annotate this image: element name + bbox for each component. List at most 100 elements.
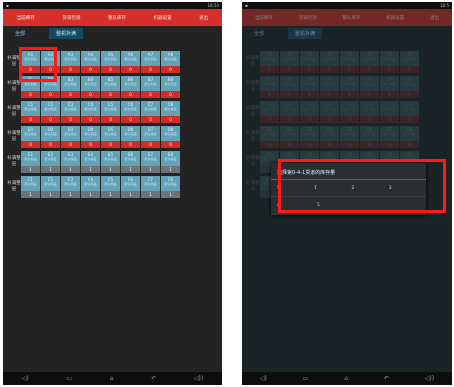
slot-cell[interactable]: C8 默认商品 0 — [161, 101, 180, 123]
slot-cell[interactable]: D5 默认商品 0 — [101, 126, 120, 148]
slot-cell[interactable]: C7 默认商品 0 — [141, 101, 160, 123]
tab-exit[interactable]: 退出 — [197, 15, 210, 21]
slot-cell[interactable]: A5 默认商品 0 — [101, 51, 120, 73]
slot-cell[interactable]: F4默认商品1 — [81, 176, 100, 198]
volume-up-icon[interactable]: ◁)) — [425, 375, 434, 382]
slot-cell[interactable]: B1 默认商品 0 — [260, 76, 279, 98]
slot-cell[interactable]: A1 默认商品 0 — [260, 51, 279, 73]
slot-cell[interactable]: E3默认商品1 — [61, 151, 80, 173]
fill-row-button[interactable]: 补满整层 — [7, 126, 21, 143]
slot-cell[interactable]: A2 默认商品 0 — [280, 51, 299, 73]
subtab-all[interactable]: 全部 — [15, 30, 25, 37]
tab-machine-settings[interactable]: 机器设置 — [152, 15, 174, 21]
slot-cell[interactable]: C2 默认商品 0 — [280, 101, 299, 123]
fill-row-button[interactable]: 补满整层 — [246, 176, 260, 193]
slot-cell[interactable]: E1 默认商品 1 — [21, 151, 40, 173]
tab-exit[interactable]: 退出 — [428, 15, 441, 21]
slot-cell[interactable]: A6 默认商品 0 — [121, 51, 140, 73]
slot-cell[interactable]: D6 默认商品 0 — [360, 126, 379, 148]
slot-cell[interactable]: E7默认商品1 — [141, 151, 160, 173]
slot-cell[interactable]: D1 默认商品 0 — [260, 126, 279, 148]
slot-cell[interactable]: B3 默认商品 0 — [300, 76, 319, 98]
slot-cell[interactable]: C5 默认商品 0 — [101, 101, 120, 123]
slot-cell[interactable]: C7 默认商品 0 — [380, 101, 399, 123]
tab-channel-check[interactable]: 货道检测 — [297, 15, 319, 21]
fill-row-button[interactable]: 补满整层 — [246, 151, 260, 168]
slot-cell[interactable]: B6 默认商品 0 — [360, 76, 379, 98]
home-icon[interactable]: ⌂ — [344, 375, 348, 382]
slot-cell[interactable]: A3 默认商品 0 — [61, 51, 80, 73]
recent-apps-icon[interactable]: ↶ — [151, 375, 156, 382]
slot-cell[interactable]: B8 默认商品 0 — [400, 76, 419, 98]
slot-cell[interactable]: B5 默认商品 0 — [340, 76, 359, 98]
slot-cell[interactable]: F8默认商品1 — [161, 176, 180, 198]
slot-cell[interactable]: B4 默认商品 0 — [320, 76, 339, 98]
tab-machine-settings[interactable]: 机器设置 — [384, 15, 406, 21]
slot-cell[interactable]: F1 默认商品 1 — [21, 176, 40, 198]
slot-cell[interactable]: D5 默认商品 0 — [340, 126, 359, 148]
fill-row-button[interactable]: 补满整层 — [7, 176, 21, 193]
slot-cell[interactable]: F3默认商品1 — [61, 176, 80, 198]
slot-cell[interactable]: A4 默认商品 0 — [81, 51, 100, 73]
slot-cell[interactable]: A7 默认商品 0 — [380, 51, 399, 73]
slot-cell[interactable]: B4 默认商品 0 — [81, 76, 100, 98]
slot-cell[interactable]: E5默认商品1 — [101, 151, 120, 173]
slot-cell[interactable]: C3 默认商品 0 — [300, 101, 319, 123]
subtab-fill-machine[interactable]: 整机补满 — [49, 27, 84, 39]
slot-cell[interactable]: D8 默认商品 0 — [161, 126, 180, 148]
slot-cell[interactable]: A8 默认商品 0 — [400, 51, 419, 73]
tab-channel-check[interactable]: 货道检测 — [60, 15, 82, 21]
slot-cell[interactable]: E6默认商品1 — [121, 151, 140, 173]
slot-cell[interactable]: F2默认商品1 — [41, 176, 60, 198]
slot-cell[interactable]: D1 默认商品 0 — [21, 126, 40, 148]
home-icon[interactable]: ⌂ — [110, 375, 114, 382]
slot-cell[interactable]: C1 默认商品 0 — [260, 101, 279, 123]
slot-cell[interactable]: C6 默认商品 0 — [360, 101, 379, 123]
slot-cell[interactable]: B2 默认商品 0 — [280, 76, 299, 98]
tab-current-stock[interactable]: 当前库存 — [15, 15, 37, 21]
slot-cell[interactable]: E2默认商品1 — [41, 151, 60, 173]
slot-cell[interactable]: D6 默认商品 0 — [121, 126, 140, 148]
slot-cell[interactable]: A8 默认商品 0 — [161, 51, 180, 73]
slot-cell[interactable]: A4 默认商品 0 — [320, 51, 339, 73]
slot-cell[interactable]: A7 默认商品 0 — [141, 51, 160, 73]
slot-cell[interactable]: B7 默认商品 0 — [141, 76, 160, 98]
slot-cell[interactable]: B7 默认商品 0 — [380, 76, 399, 98]
slot-cell[interactable]: C1 默认商品 0 — [21, 101, 40, 123]
slot-cell[interactable]: C5 默认商品 0 — [340, 101, 359, 123]
slot-cell[interactable]: B8 默认商品 0 — [161, 76, 180, 98]
subtab-all[interactable]: 全部 — [254, 30, 264, 37]
slot-cell[interactable]: F7默认商品1 — [141, 176, 160, 198]
fill-row-button[interactable]: 补满整层 — [246, 76, 260, 93]
slot-cell[interactable]: A3 默认商品 0 — [300, 51, 319, 73]
slot-cell[interactable]: E8默认商品1 — [161, 151, 180, 173]
slot-cell[interactable]: B6 默认商品 0 — [121, 76, 140, 98]
slot-cell[interactable]: C2 默认商品 0 — [41, 101, 60, 123]
slot-cell[interactable]: D8 默认商品 0 — [400, 126, 419, 148]
slot-cell[interactable]: A5 默认商品 0 — [340, 51, 359, 73]
fill-row-button[interactable]: 补满整层 — [246, 101, 260, 118]
fill-row-button[interactable]: 补满整层 — [7, 151, 21, 168]
slot-cell[interactable]: D7 默认商品 0 — [141, 126, 160, 148]
tab-fill-stock[interactable]: 整队库存 — [340, 15, 362, 21]
slot-cell[interactable]: C6 默认商品 0 — [121, 101, 140, 123]
slot-cell[interactable]: C8 默认商品 0 — [400, 101, 419, 123]
volume-down-icon[interactable]: ◁) — [22, 375, 29, 382]
fill-row-button[interactable]: 补满整层 — [246, 126, 260, 143]
fill-row-button[interactable]: 补满整层 — [246, 51, 260, 68]
slot-cell[interactable]: F6默认商品1 — [121, 176, 140, 198]
slot-cell[interactable]: D3 默认商品 0 — [61, 126, 80, 148]
slot-cell[interactable]: C3 默认商品 0 — [61, 101, 80, 123]
subtab-fill-machine[interactable]: 整机补满 — [288, 27, 323, 39]
slot-cell[interactable]: D3 默认商品 0 — [300, 126, 319, 148]
slot-cell[interactable]: D4 默认商品 0 — [81, 126, 100, 148]
slot-cell[interactable]: C4 默认商品 0 — [81, 101, 100, 123]
tab-fill-stock[interactable]: 整队库存 — [106, 15, 128, 21]
slot-cell[interactable]: B5 默认商品 0 — [101, 76, 120, 98]
slot-cell[interactable]: C4 默认商品 0 — [320, 101, 339, 123]
slot-cell[interactable]: F5默认商品1 — [101, 176, 120, 198]
slot-cell[interactable]: D2 默认商品 0 — [280, 126, 299, 148]
slot-cell[interactable]: B3 默认商品 0 — [61, 76, 80, 98]
volume-down-icon[interactable]: ◁) — [260, 375, 267, 382]
back-icon[interactable]: ▭ — [66, 375, 72, 382]
